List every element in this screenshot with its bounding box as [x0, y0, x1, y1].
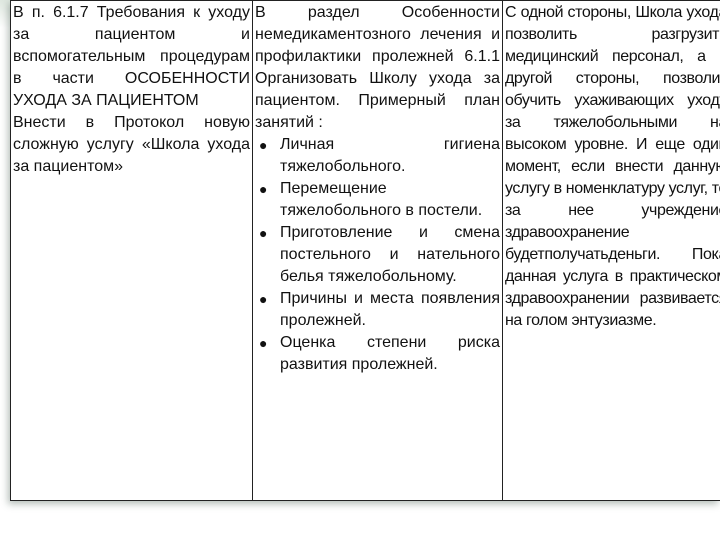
requirements-paragraph: В п. 6.1.7 Требования к уходу за пациент…	[13, 4, 250, 109]
rationale-paragraph: С одной стороны, Школа ухода позволить р…	[505, 4, 720, 329]
list-item-text: Приготовление и смена постельного и нате…	[280, 224, 500, 285]
list-item: ● Личная гигиена тяжелобольного.	[255, 134, 500, 178]
proposal-paragraph: Внести в Протокол новую сложную услугу «…	[13, 114, 250, 175]
list-item: ● Перемещение тяжелобольного в постели.	[255, 178, 500, 222]
bullet-dot-icon: ●	[259, 137, 268, 153]
bullet-dot-icon: ●	[259, 225, 268, 241]
list-item: ● Приготовление и смена постельного и на…	[255, 222, 500, 288]
list-item: ● Причины и места появления пролежней.	[255, 288, 500, 332]
rationale-cell: С одной стороны, Школа ухода позволить р…	[502, 0, 720, 501]
document-slide: В п. 6.1.7 Требования к уходу за пациент…	[10, 0, 720, 501]
requirements-cell: В п. 6.1.7 Требования к уходу за пациент…	[10, 0, 253, 501]
comparison-table: В п. 6.1.7 Требования к уходу за пациент…	[10, 0, 720, 501]
lesson-plan-list: ● Личная гигиена тяжелобольного. ● Перем…	[255, 134, 500, 376]
bullet-dot-icon: ●	[259, 291, 268, 307]
list-item-text: Оценка степени риска развития пролежней.	[280, 334, 500, 373]
list-item: ● Оценка степени риска развития пролежне…	[255, 332, 500, 376]
list-item-text: Перемещение тяжелобольного в постели.	[280, 180, 483, 219]
list-item-text: Причины и места появления пролежней.	[280, 290, 500, 329]
table-row: В п. 6.1.7 Требования к уходу за пациент…	[10, 0, 720, 501]
plan-cell: В раздел Особенности немедикаментозного …	[252, 0, 503, 501]
bullet-dot-icon: ●	[259, 181, 268, 197]
bullet-dot-icon: ●	[259, 335, 268, 351]
plan-intro: В раздел Особенности немедикаментозного …	[255, 4, 500, 131]
list-item-text: Личная гигиена тяжелобольного.	[280, 136, 500, 175]
